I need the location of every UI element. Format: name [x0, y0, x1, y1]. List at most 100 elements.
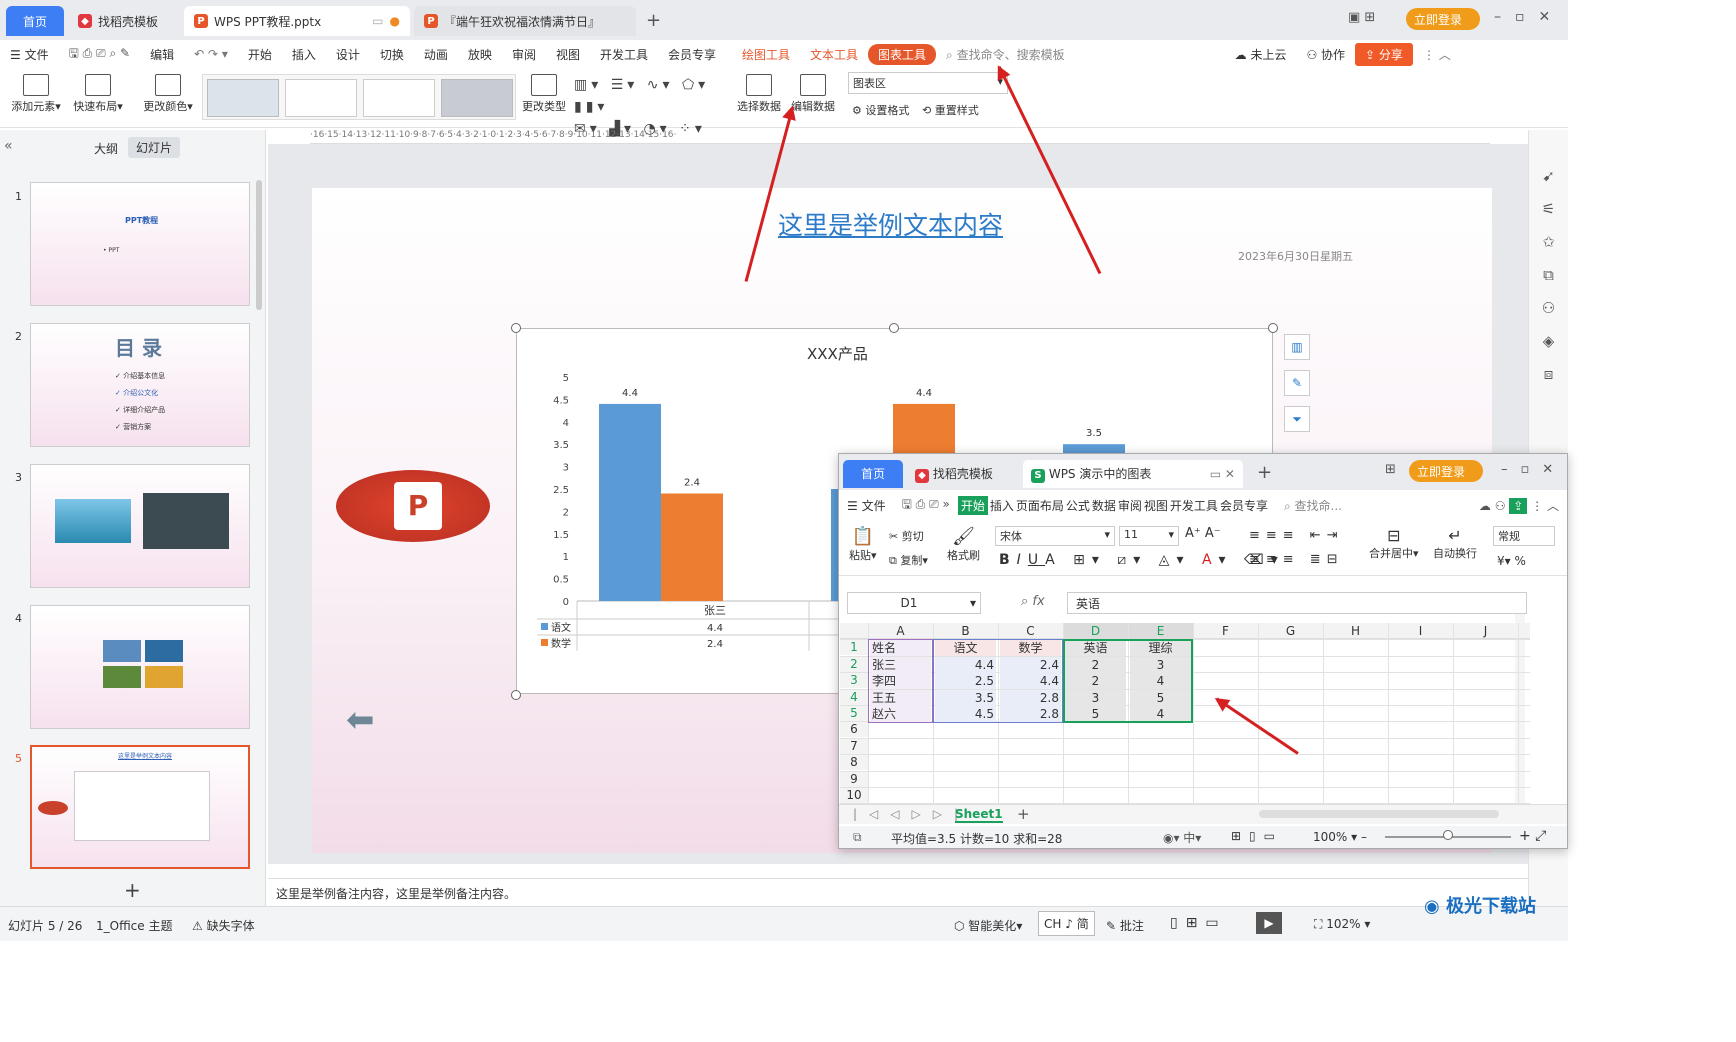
ss-menu-insert[interactable]: 插入 [990, 497, 1014, 514]
row-header-5[interactable]: 5 [840, 705, 868, 721]
menu-file[interactable]: ☰ 文件 [0, 46, 59, 63]
notes-area[interactable]: 这里是举例备注内容，这里是举例备注内容。 [268, 878, 1528, 906]
sidebar-tools[interactable]: ➹ ⚟ ✩ ⧉ ⚇ ◈ ⧈ [1529, 160, 1568, 391]
ss-window-controls[interactable]: –▫✕ [1501, 462, 1566, 477]
layout-icon[interactable]: ▣ ⊞ [1348, 10, 1375, 25]
chart-style-gallery[interactable] [202, 74, 516, 120]
menu-text-tools[interactable]: 文本工具 [800, 46, 868, 63]
change-type-button[interactable]: 更改类型 [520, 70, 568, 114]
style-1[interactable] [207, 79, 279, 117]
chart-elements-icon[interactable]: ▥ [1284, 334, 1310, 360]
format-brush-button[interactable]: 🖌 格式刷 [947, 526, 980, 563]
quick-layout-button[interactable]: 快速布局▾ [70, 70, 126, 114]
number-format-select[interactable]: 常规 [1493, 526, 1555, 546]
collapse-icon[interactable]: « [4, 138, 13, 154]
tab-outline[interactable]: 大纲 [94, 140, 118, 157]
align-buttons[interactable]: ≡≡≡ ⇤⇥ ≡≡≡ ≣⊟ [1249, 524, 1344, 572]
formula-icons[interactable]: ⌕ fx [1021, 594, 1045, 609]
copy-button[interactable]: ⧉ 复制▾ [889, 552, 928, 568]
row-header-7[interactable]: 7 [840, 737, 868, 754]
chart-filter-icon[interactable]: ⏷ [1284, 406, 1310, 432]
menu-view[interactable]: 视图 [546, 46, 590, 63]
column-header-B[interactable]: B [933, 623, 998, 639]
ss-quick-icons[interactable]: 🖫 ⎙ ⎚ » [896, 495, 956, 516]
ss-layout-icon[interactable]: ⊞ [1385, 462, 1396, 477]
select-data-button[interactable]: 选择数据 [736, 70, 782, 114]
add-sheet-icon[interactable]: + [1017, 805, 1030, 823]
resize-handle[interactable] [889, 323, 899, 333]
font-style-buttons[interactable]: BIUA ⊞▾ ⧄▾ ◬▾ A▾ ⌫▾ [999, 552, 1285, 568]
row-header-2[interactable]: 2 [840, 655, 868, 672]
ss-hscroll[interactable] [1259, 810, 1499, 818]
column-header-C[interactable]: C [998, 623, 1063, 639]
ss-menu-developer[interactable]: 开发工具 [1170, 497, 1218, 514]
resize-handle[interactable] [1268, 323, 1278, 333]
menu-design[interactable]: 设计 [326, 46, 370, 63]
wrap-button[interactable]: ↵ 自动换行 [1433, 526, 1477, 561]
formula-bar[interactable]: 英语 [1067, 592, 1527, 614]
row-header-1[interactable]: 1 [840, 639, 868, 656]
view-buttons[interactable]: ▯⊞▭ [1170, 915, 1227, 931]
menu-chart-tools[interactable]: 图表工具 [868, 43, 937, 65]
share-button[interactable]: ⇪ 分享 [1355, 42, 1413, 66]
ss-menu-formula[interactable]: 公式 [1066, 497, 1090, 514]
row-header-8[interactable]: 8 [840, 754, 868, 771]
ss-status-icon[interactable]: ⧉ [853, 830, 862, 845]
column-header-F[interactable]: F [1193, 623, 1258, 639]
resize-handle[interactable] [511, 690, 521, 700]
back-arrow-icon[interactable]: ⬅ [346, 700, 375, 740]
tab-duanwu[interactable]: P 『端午狂欢祝福浓情满节日』 [414, 6, 636, 36]
smart-beautify[interactable]: ⬡ 智能美化▾ [954, 917, 1022, 934]
reset-style-button[interactable]: ⟲ 重置样式 [922, 102, 979, 118]
slide-thumb-2[interactable]: 目 录 ✓ 介绍基本信息 ✓ 介绍公文化 ✓ 详细介绍产品 ✓ 营销方案 [30, 323, 250, 447]
style-4[interactable] [441, 79, 513, 117]
column-header-A[interactable]: A [868, 623, 933, 639]
paste-button[interactable]: 📋 粘贴▾ [849, 526, 877, 563]
slide-thumb-5[interactable]: 这里是举例文本内容 [30, 745, 250, 869]
theme-name[interactable]: 1_Office 主题 [96, 917, 172, 934]
ss-tab-daoke[interactable]: ◆ 找稻壳模板 [909, 460, 1017, 488]
undo-redo-icons[interactable]: ↶ ↷ ▾ [184, 47, 238, 61]
menu-developer[interactable]: 开发工具 [590, 46, 658, 63]
ss-menu-start[interactable]: 开始 [957, 495, 988, 515]
ss-menu-review[interactable]: 审阅 [1118, 497, 1142, 514]
window-controls[interactable]: –▫✕ [1494, 9, 1564, 25]
command-search[interactable]: ⌕ 查找命令、搜索模板 [936, 46, 1075, 63]
menu-member[interactable]: 会员专享 [658, 46, 726, 63]
name-box[interactable]: D1 ▾ [847, 592, 981, 614]
ss-tab-doc[interactable]: S WPS 演示中的图表 ▭ ✕ [1023, 460, 1243, 488]
style-2[interactable] [285, 79, 357, 117]
menu-transition[interactable]: 切换 [370, 46, 414, 63]
tab-slides[interactable]: 幻灯片 [128, 137, 181, 158]
row-header-4[interactable]: 4 [840, 688, 868, 705]
tab-daoke[interactable]: ◆ 找稻壳模板 [68, 6, 180, 36]
cut-button[interactable]: ✂ 剪切 [889, 528, 924, 544]
font-grow-shrink[interactable]: A⁺ A⁻ [1185, 526, 1221, 541]
ss-zoom-in[interactable]: + ⤢ [1519, 828, 1546, 844]
currency-percent[interactable]: ¥▾ % [1497, 554, 1526, 568]
comment-button[interactable]: ✎ 批注 [1106, 917, 1144, 934]
chart-element-select[interactable]: 图表区 ▾ [848, 72, 1008, 94]
menu-start[interactable]: 开始 [238, 46, 282, 63]
row-header-3[interactable]: 3 [840, 672, 868, 689]
slide-thumb-4[interactable] [30, 605, 250, 729]
tab-home[interactable]: 首页 [6, 6, 64, 36]
ss-menu-layout[interactable]: 页面布局 [1016, 497, 1064, 514]
ss-login-button[interactable]: 立即登录 [1409, 460, 1483, 482]
column-header-E[interactable]: E [1128, 623, 1193, 639]
selection-range[interactable] [1063, 639, 1193, 724]
play-button[interactable]: ▶ [1256, 912, 1282, 934]
resize-handle[interactable] [511, 323, 521, 333]
menu-draw-tools[interactable]: 绘图工具 [732, 46, 800, 63]
add-slide-button[interactable]: + [124, 878, 141, 902]
set-format-button[interactable]: ⚙ 设置格式 [852, 102, 909, 118]
more-icon[interactable]: ⋮ ︿ [1413, 46, 1461, 63]
ss-view-buttons[interactable]: ⊞▯▭ [1231, 829, 1283, 843]
ss-eye-ime-icons[interactable]: ◉▾ 中▾ [1163, 829, 1201, 846]
ss-menu-file[interactable]: ☰ 文件 [839, 497, 894, 514]
menu-edit[interactable]: 编辑 [140, 46, 184, 63]
tab-pptx[interactable]: P WPS PPT教程.pptx ▭ ● [184, 6, 410, 36]
column-header-I[interactable]: I [1388, 623, 1453, 639]
menu-review[interactable]: 审阅 [502, 46, 546, 63]
ime-indicator[interactable]: CH ♪ 简 [1038, 911, 1095, 936]
